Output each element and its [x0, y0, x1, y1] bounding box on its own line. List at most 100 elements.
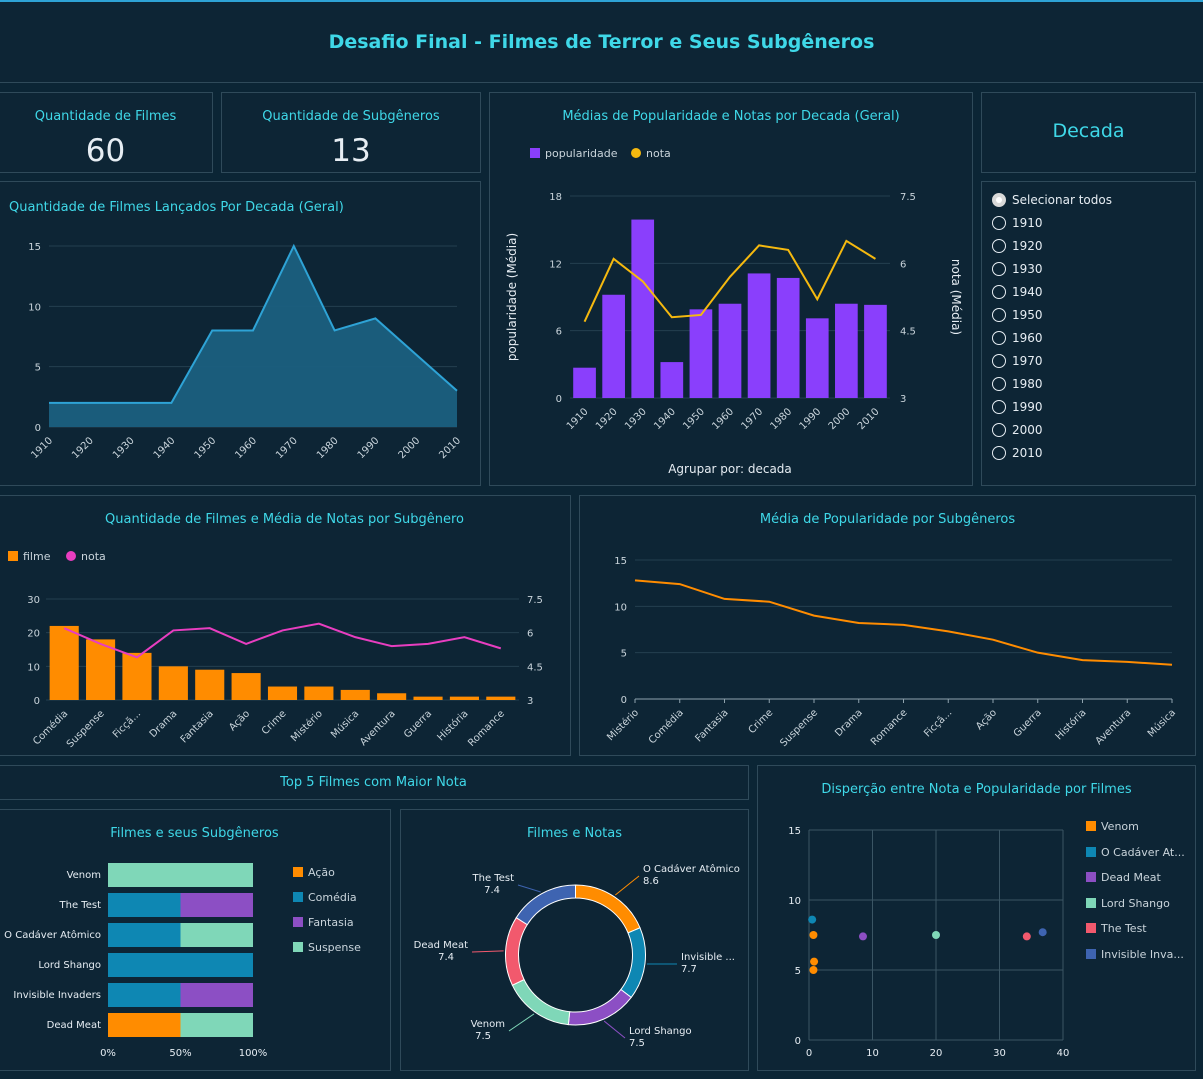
x-tick-label: 40: [1057, 1048, 1070, 1059]
legend-Suspense[interactable]: Suspense: [293, 941, 361, 954]
x-tick-label: 1930: [623, 406, 649, 432]
x-tick-label: História: [435, 708, 471, 744]
bar-filme: [158, 666, 188, 700]
top5-header-panel: Top 5 Filmes com Maior Nota: [0, 765, 749, 800]
radio-unchecked-icon[interactable]: [992, 331, 1006, 345]
x-tick-label: 0: [806, 1048, 812, 1059]
scatter-point-Invisible Inva...: [1038, 928, 1047, 937]
radio-select-all[interactable]: Selecionar todos: [992, 191, 1112, 209]
y-tick-label: 18: [549, 192, 562, 203]
legend-swatch: [293, 867, 303, 877]
bar-filme: [486, 696, 516, 700]
radio-decade-1970[interactable]: 1970: [992, 352, 1043, 370]
popularity-chart-panel: Média de Popularidade por Subgêneros 051…: [579, 495, 1196, 756]
radio-unchecked-icon[interactable]: [992, 239, 1006, 253]
y-tick-label: 6: [556, 327, 562, 338]
leader-line: [603, 1020, 626, 1039]
x-tick-label: Guerra: [402, 708, 434, 740]
radio-decade-2000[interactable]: 2000: [992, 421, 1043, 439]
x-tick-label: Mistério: [605, 707, 642, 744]
y-tick-label: 10: [27, 662, 40, 673]
radio-decade-1920[interactable]: 1920: [992, 237, 1043, 255]
slice-value: 7.4: [438, 952, 454, 963]
x-tick-label: 1950: [193, 435, 219, 461]
x-tick-label: Mistério: [288, 708, 325, 745]
x-tick-label: 2010: [856, 406, 882, 432]
radio-unchecked-icon[interactable]: [992, 400, 1006, 414]
x-tick-label: Ficçã...: [922, 707, 954, 739]
slice-label: Invisible ...: [681, 952, 735, 963]
legend-Fantasia[interactable]: Fantasia: [293, 916, 354, 929]
y2-tick-label: 6: [900, 259, 906, 270]
legend-swatch: [1086, 821, 1096, 831]
x-tick-label: 1910: [29, 435, 55, 461]
radio-decade-1910[interactable]: 1910: [992, 214, 1043, 232]
decade-filter-panel: Selecionar todos 1910 1920 1930 1940 1950 1960…: [981, 181, 1196, 486]
radio-unchecked-icon[interactable]: [992, 308, 1006, 322]
radio-decade-1980[interactable]: 1980: [992, 375, 1043, 393]
y-category-label: Lord Shango: [38, 960, 101, 971]
y-category-label: The Test: [59, 900, 102, 911]
slice-label: Venom: [471, 1019, 505, 1030]
bar-popularidade: [689, 309, 713, 398]
legend-label: Comédia: [308, 891, 357, 904]
radio-decade-1930[interactable]: 1930: [992, 260, 1043, 278]
legend-swatch: [293, 892, 303, 902]
bar-popularidade: [631, 219, 655, 398]
donut-slice-Lord Shango: [567, 988, 632, 1026]
y-tick-label: 5: [35, 363, 41, 374]
stack-segment-Suspense: [108, 863, 253, 887]
radio-decade-2010[interactable]: 2010: [992, 444, 1043, 462]
y2-tick-label: 4.5: [900, 327, 916, 338]
radio-checked-icon[interactable]: [992, 193, 1006, 207]
radio-unchecked-icon[interactable]: [992, 423, 1006, 437]
decade-chart-panel: Médias de Popularidade e Notas por Decad…: [489, 92, 973, 486]
legend-Ação[interactable]: Ação: [293, 866, 335, 879]
legend-Venom[interactable]: Venom: [1086, 820, 1139, 833]
scatter-point-Venom: [810, 957, 819, 966]
y-category-label: O Cadáver Atômico: [4, 929, 101, 941]
stack-segment-Comédia: [108, 923, 181, 947]
radio-unchecked-icon[interactable]: [992, 285, 1006, 299]
radio-unchecked-icon[interactable]: [992, 354, 1006, 368]
bar-filme: [449, 696, 479, 700]
x-tick-label: Suspense: [65, 708, 107, 750]
radio-decade-1940[interactable]: 1940: [992, 283, 1043, 301]
legend-Lord Shango[interactable]: Lord Shango: [1086, 897, 1170, 910]
legend-Dead Meat[interactable]: Dead Meat: [1086, 871, 1161, 884]
top5-title: Top 5 Filmes com Maior Nota: [280, 775, 467, 790]
radio-unchecked-icon[interactable]: [992, 377, 1006, 391]
y-tick-label: 15: [614, 556, 627, 567]
film-scores-donut-chart: O Cadáver Atômico8.6 Invisible ...7.7 Lord…: [414, 863, 740, 1049]
y-tick-label: 0: [621, 695, 627, 706]
x-tick-label: 1970: [274, 435, 300, 461]
legend-O Cadáver At...[interactable]: O Cadáver At...: [1086, 846, 1185, 859]
slice-label: O Cadáver Atômico: [643, 863, 740, 875]
legend-The Test[interactable]: The Test: [1086, 922, 1147, 935]
legend-Invisible Inva...[interactable]: Invisible Inva...: [1086, 948, 1184, 961]
bar-popularidade: [805, 318, 829, 398]
radio-unchecked-icon[interactable]: [992, 446, 1006, 460]
y2-tick-label: 3: [527, 696, 533, 707]
radio-unchecked-icon[interactable]: [992, 216, 1006, 230]
radio-decade-1950[interactable]: 1950: [992, 306, 1043, 324]
bar-filme: [122, 652, 152, 700]
y2-tick-label: 6: [527, 629, 533, 640]
legend-Comédia[interactable]: Comédia: [293, 891, 357, 904]
stack-segment-Fantasia: [180, 983, 253, 1007]
x-tick-label: 0%: [100, 1048, 116, 1059]
y-tick-label: 15: [788, 826, 801, 837]
radio-label: 1960: [1012, 331, 1043, 345]
legend-label: Ação: [308, 866, 335, 879]
donut-slice-Invisible ...: [620, 927, 646, 999]
radio-decade-1990[interactable]: 1990: [992, 398, 1043, 416]
x-tick-label: Crime: [747, 707, 776, 736]
radio-unchecked-icon[interactable]: [992, 262, 1006, 276]
slice-label: The Test: [472, 873, 515, 884]
slice-value: 7.5: [475, 1031, 491, 1042]
bar-filme: [413, 696, 443, 700]
donut-slice-The Test: [515, 884, 576, 926]
legend-swatch: [293, 917, 303, 927]
y2-axis-label: nota (Média): [949, 259, 963, 335]
radio-decade-1960[interactable]: 1960: [992, 329, 1043, 347]
